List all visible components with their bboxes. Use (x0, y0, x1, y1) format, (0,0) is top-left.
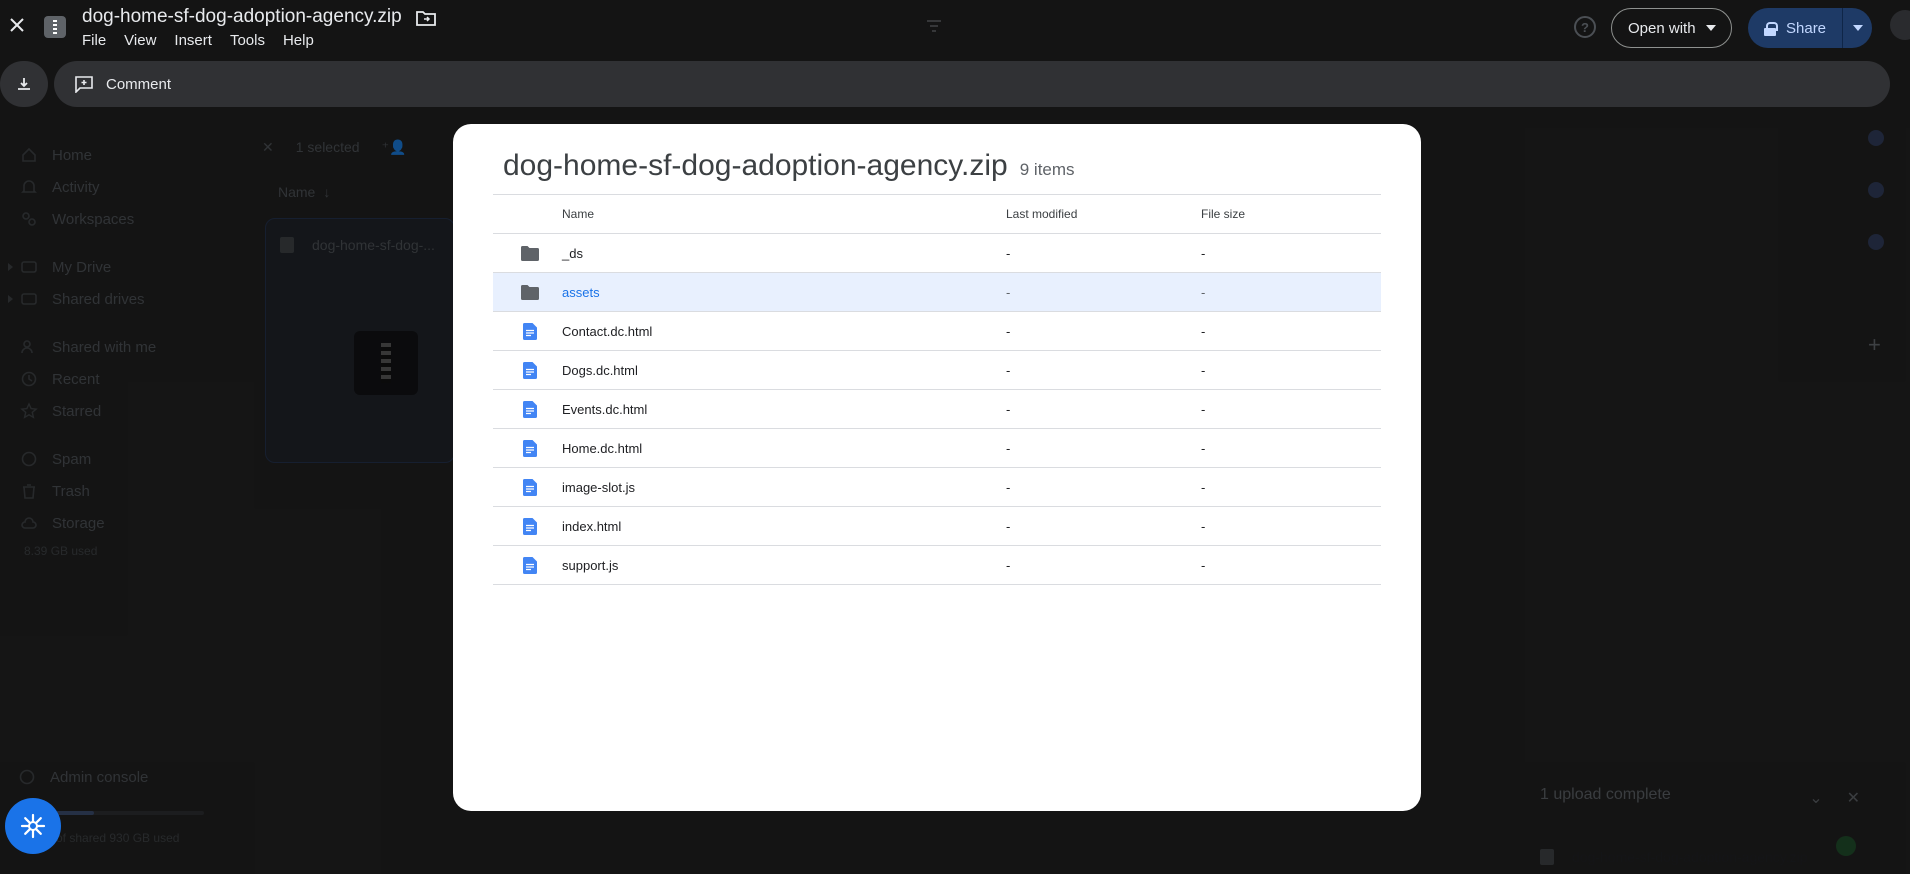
last-modified: - (1006, 284, 1011, 300)
zip-file-icon (44, 16, 66, 38)
assistant-button[interactable] (5, 798, 61, 854)
download-icon (18, 78, 30, 90)
table-row[interactable]: support.js - - (493, 546, 1381, 585)
dialog-title: dog-home-sf-dog-adoption-agency.zip (503, 149, 1008, 182)
file-size: - (1201, 323, 1206, 339)
file-size: - (1201, 557, 1206, 573)
file-name: index.html (562, 518, 622, 534)
file-name: assets (562, 284, 600, 300)
viewer-root: Home Activity Workspaces My Drive Shared… (0, 0, 1910, 874)
share-label: Share (1786, 19, 1827, 37)
item-count: 9 items (1019, 160, 1075, 179)
file-name: Dogs.dc.html (562, 362, 638, 378)
zip-contents-dialog: dog-home-sf-dog-adoption-agency.zip 9 it… (453, 124, 1421, 811)
file-size: - (1201, 440, 1206, 456)
menu-file[interactable]: File (82, 32, 106, 49)
close-viewer-button[interactable] (4, 12, 30, 38)
file-title: dog-home-sf-dog-adoption-agency.zip (82, 6, 402, 27)
last-modified: - (1006, 440, 1011, 456)
comment-button[interactable]: Comment (74, 75, 171, 93)
open-with-button[interactable]: Open with (1611, 8, 1732, 48)
close-icon (10, 18, 24, 32)
file-name: Home.dc.html (562, 440, 643, 456)
last-modified: - (1006, 518, 1011, 534)
column-header-last-modified[interactable]: Last modified (1006, 207, 1077, 221)
file-size: - (1201, 401, 1206, 417)
viewer-toolbar: Comment (54, 61, 1890, 107)
last-modified: - (1006, 479, 1011, 495)
menu-view[interactable]: View (124, 32, 156, 49)
menu-bar: File View Insert Tools Help (82, 32, 314, 49)
document-icon (521, 517, 539, 535)
add-comment-icon (75, 76, 93, 93)
file-name: Contact.dc.html (562, 323, 653, 339)
table-header-row: Name Last modified File size (493, 195, 1381, 234)
menu-insert[interactable]: Insert (174, 32, 212, 49)
file-name: Events.dc.html (562, 401, 648, 417)
comment-label: Comment (106, 75, 172, 93)
share-button-group: Share (1748, 8, 1872, 48)
folder-icon (521, 283, 539, 301)
table-row[interactable]: assets - - (493, 273, 1381, 312)
last-modified: - (1006, 557, 1011, 573)
file-size: - (1201, 362, 1206, 378)
file-name: image-slot.js (562, 479, 635, 495)
menu-tools[interactable]: Tools (230, 32, 265, 49)
table-row[interactable]: Home.dc.html - - (493, 429, 1381, 468)
lock-icon (1764, 21, 1778, 36)
open-with-label: Open with (1628, 19, 1696, 37)
table-row[interactable]: Events.dc.html - - (493, 390, 1381, 429)
avatar[interactable] (1890, 10, 1910, 40)
download-button[interactable] (0, 61, 48, 107)
dialog-header: dog-home-sf-dog-adoption-agency.zip 9 it… (503, 149, 1075, 183)
folder-icon (521, 244, 539, 262)
share-button[interactable]: Share (1748, 8, 1842, 48)
last-modified: - (1006, 245, 1011, 261)
file-size: - (1201, 518, 1206, 534)
document-icon (521, 361, 539, 379)
share-dropdown-button[interactable] (1843, 25, 1872, 31)
table-row[interactable]: image-slot.js - - (493, 468, 1381, 507)
table-row[interactable]: Dogs.dc.html - - (493, 351, 1381, 390)
file-name: _ds (562, 245, 583, 261)
file-size: - (1201, 284, 1206, 300)
snowflake-icon (20, 813, 46, 839)
help-icon[interactable]: ? (1574, 16, 1596, 38)
document-icon (521, 400, 539, 418)
zip-contents-table: Name Last modified File size _ds - - assets… (493, 194, 1381, 585)
filter-icon (927, 20, 941, 32)
last-modified: - (1006, 401, 1011, 417)
table-row[interactable]: index.html - - (493, 507, 1381, 546)
column-header-file-size[interactable]: File size (1201, 207, 1245, 221)
last-modified: - (1006, 323, 1011, 339)
table-row[interactable]: _ds - - (493, 234, 1381, 273)
chevron-down-icon (1705, 25, 1716, 31)
file-size: - (1201, 245, 1206, 261)
table-row[interactable]: Contact.dc.html - - (493, 312, 1381, 351)
document-icon (521, 439, 539, 457)
file-name: support.js (562, 557, 619, 573)
chevron-down-icon (1852, 25, 1863, 31)
last-modified: - (1006, 362, 1011, 378)
column-header-name[interactable]: Name (562, 207, 594, 221)
document-icon (521, 478, 539, 496)
menu-help[interactable]: Help (283, 32, 314, 49)
document-icon (521, 322, 539, 340)
document-icon (521, 556, 539, 574)
file-size: - (1201, 479, 1206, 495)
move-to-folder-icon[interactable] (416, 9, 436, 27)
viewer-header: dog-home-sf-dog-adoption-agency.zip File… (0, 0, 1910, 58)
